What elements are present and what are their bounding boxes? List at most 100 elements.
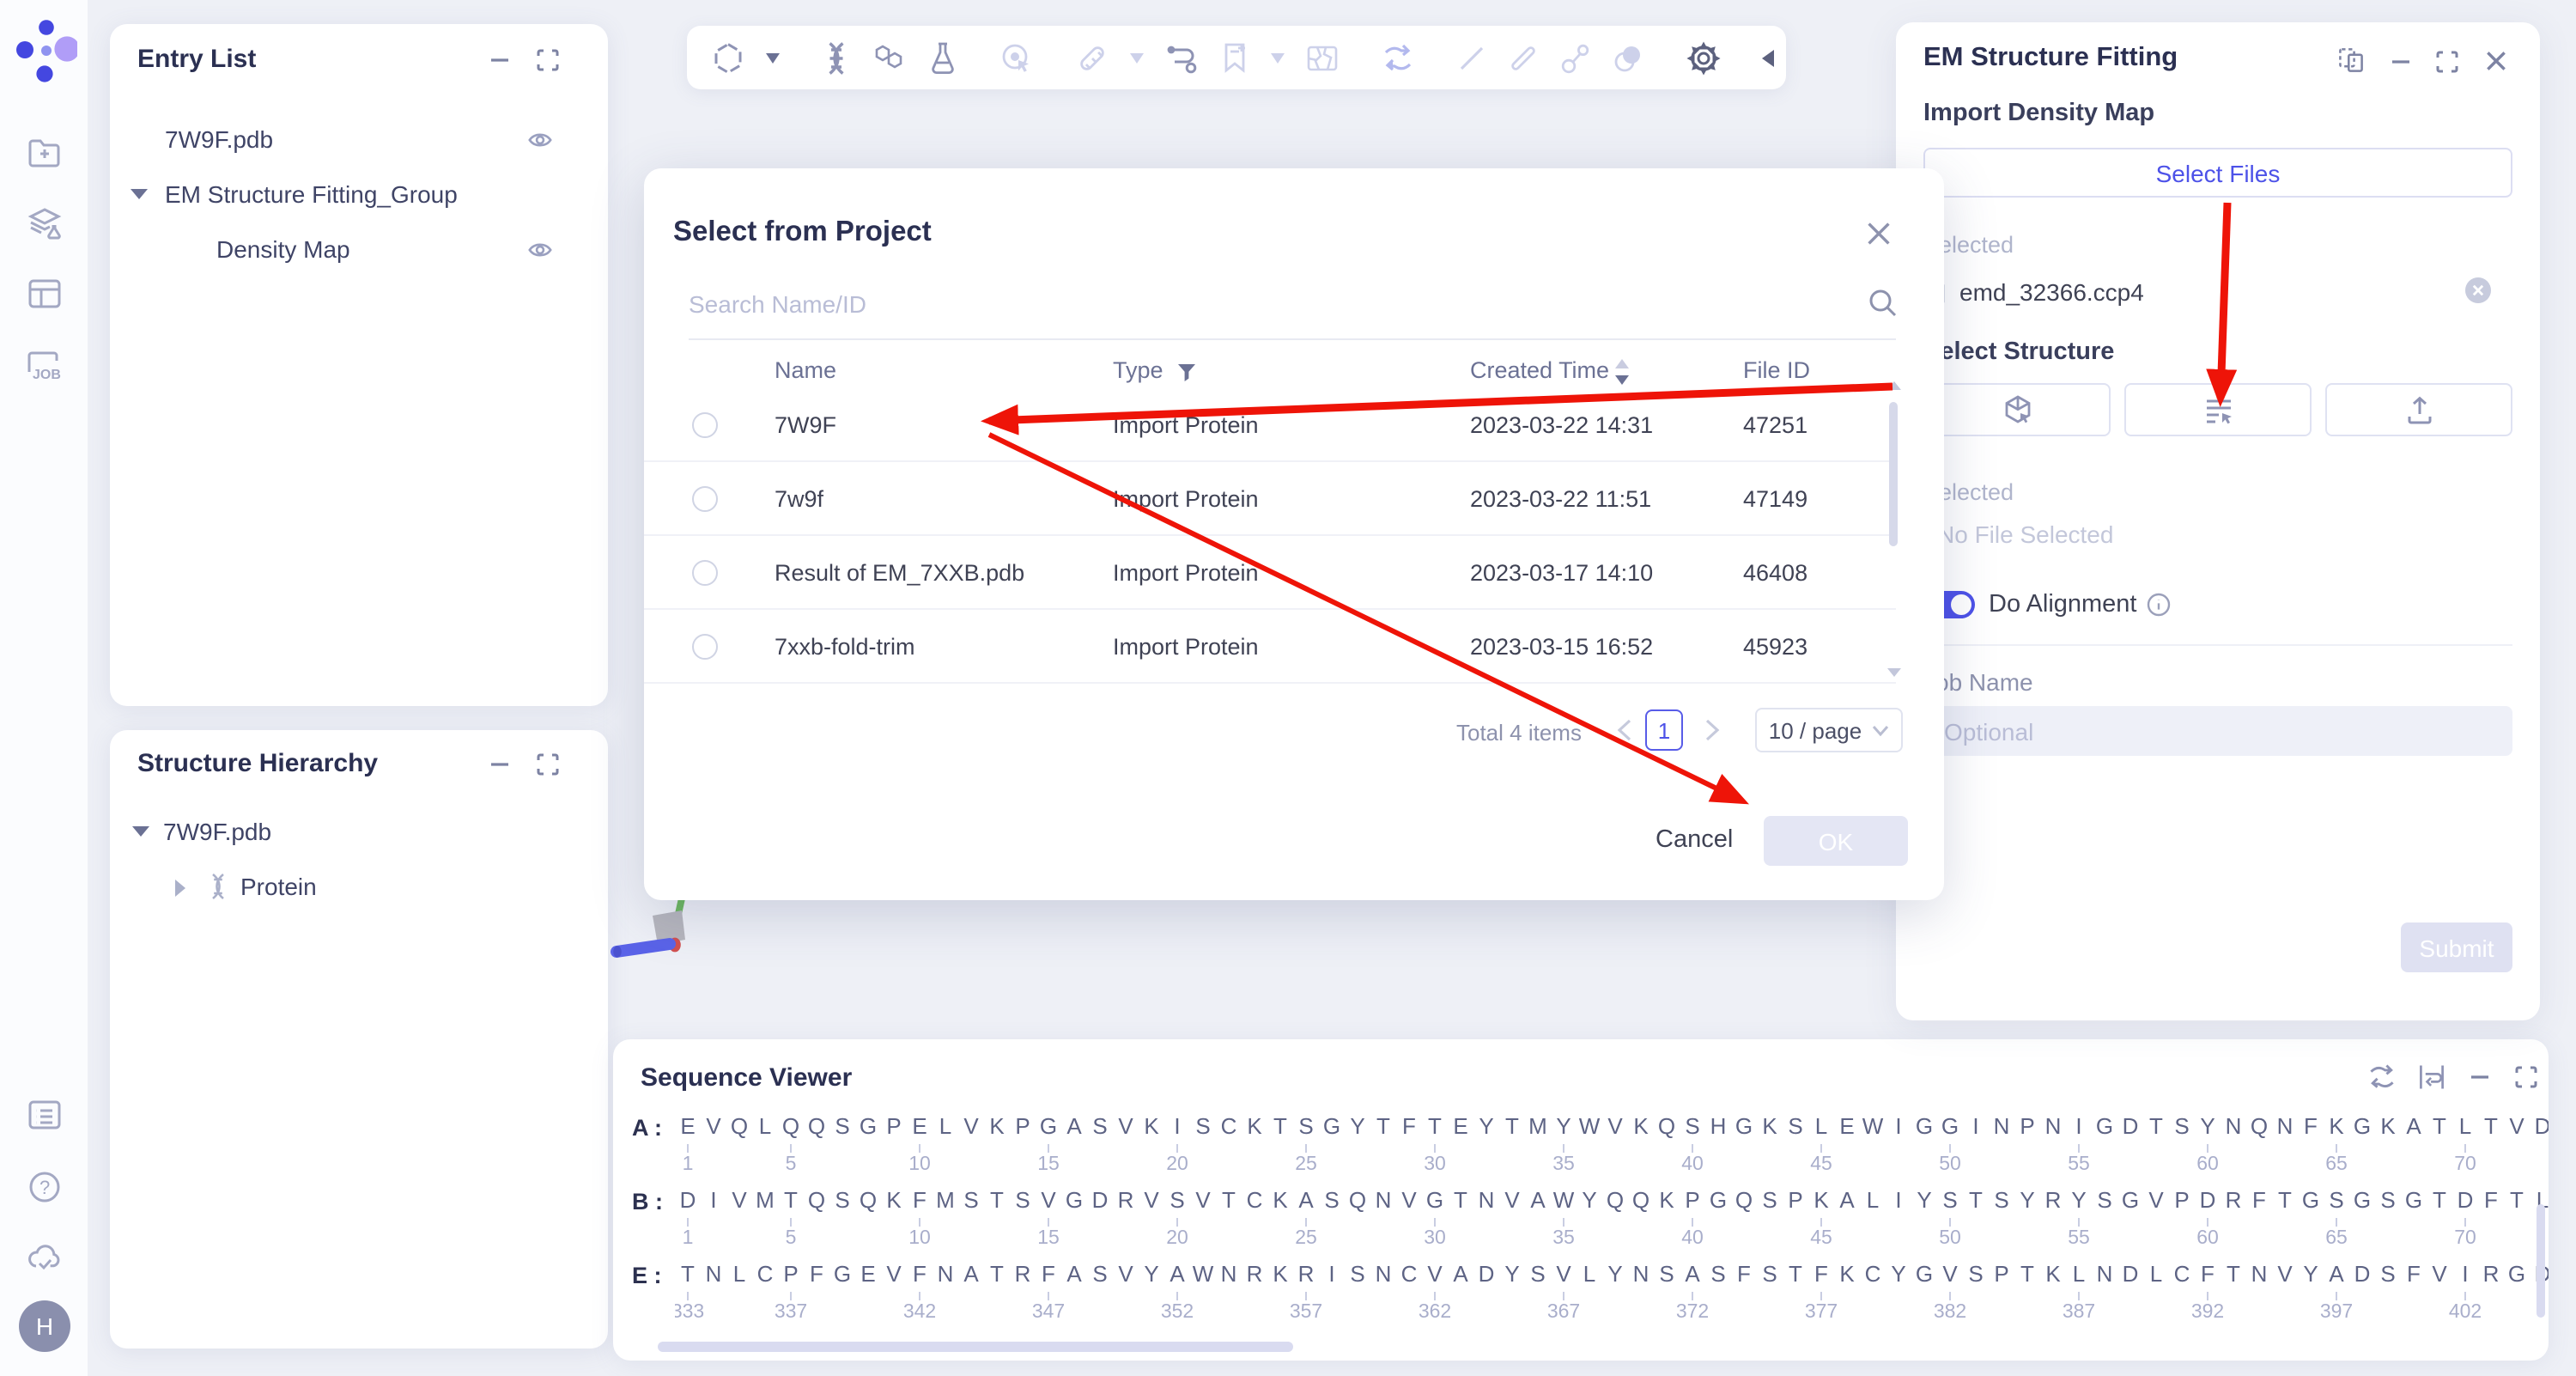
cell-name: 7W9F [775, 412, 836, 438]
fullscreen-icon[interactable] [536, 752, 560, 776]
submit-button[interactable]: Submit [2401, 922, 2512, 972]
fullscreen-icon[interactable] [2514, 1065, 2538, 1089]
sidebar: JOB ? H [0, 0, 89, 1376]
list-item[interactable]: Density Map [110, 230, 608, 275]
close-icon[interactable] [2483, 48, 2509, 74]
table-row[interactable]: 7W9FImport Protein2023-03-22 14:3147251 [644, 388, 1896, 462]
hexagon-structure-icon[interactable] [711, 40, 745, 75]
row-radio[interactable] [692, 634, 718, 660]
sequence-letters[interactable]: E1VQLQ5QSGPE10LVKPG15ASVKI20SCKTS25GYTFT… [675, 1113, 2549, 1185]
vertical-scrollbar-thumb[interactable] [2537, 1204, 2545, 1318]
dna-icon[interactable] [821, 40, 852, 75]
list-item[interactable]: 7W9F.pdb [110, 120, 608, 165]
minimize-icon[interactable] [2389, 50, 2413, 74]
cell-name: 7xxb-fold-trim [775, 634, 915, 660]
scroll-down-icon[interactable] [1887, 668, 1901, 677]
visibility-eye-icon[interactable] [526, 127, 555, 161]
row-radio[interactable] [692, 412, 718, 438]
surface-icon[interactable] [1611, 42, 1645, 73]
table-row[interactable]: 7w9fImport Protein2023-03-22 11:5147149 [644, 462, 1896, 536]
horizontal-scrollbar-thumb[interactable] [658, 1342, 1293, 1352]
sequence-letters[interactable]: T333NLCP337FGEVF342NATRF347ASVYA352WNRKR… [675, 1261, 2549, 1333]
cell-created-time: 2023-03-15 16:52 [1470, 634, 1653, 660]
cancel-button[interactable]: Cancel [1656, 826, 1733, 854]
cell-created-time: 2023-03-22 11:51 [1470, 486, 1651, 512]
tree-item[interactable]: Protein [110, 868, 608, 912]
avatar[interactable]: H [19, 1300, 70, 1352]
fullscreen-icon[interactable] [2435, 50, 2459, 74]
chevron-down-icon[interactable] [132, 826, 149, 837]
select-files-button[interactable]: Select Files [1923, 148, 2512, 198]
tree-item-label: 7W9F.pdb [163, 818, 271, 845]
upload-icon [2403, 394, 2434, 425]
minimize-icon[interactable] [488, 752, 512, 776]
job-name-input[interactable] [1923, 706, 2512, 756]
chevron-right-icon[interactable] [175, 880, 185, 897]
structure-upload-button[interactable] [2325, 383, 2512, 436]
column-type[interactable]: Type [1113, 357, 1163, 383]
pagination-total: Total 4 items [1456, 720, 1582, 746]
scroll-up-icon[interactable] [1887, 381, 1901, 390]
ball-stick-icon[interactable] [1559, 42, 1590, 73]
layers-experiment-icon[interactable] [26, 206, 64, 240]
next-page-icon[interactable] [1704, 718, 1721, 742]
table-row[interactable]: 7xxb-fold-trimImport Protein2023-03-15 1… [644, 610, 1896, 684]
help-icon[interactable]: ? [27, 1170, 62, 1204]
column-file-id[interactable]: File ID [1743, 357, 1810, 383]
ok-button[interactable]: OK [1764, 816, 1908, 866]
bookmark-add-icon[interactable] [1219, 40, 1250, 75]
folder-add-icon[interactable] [27, 137, 62, 168]
chevron-down-icon[interactable] [1271, 52, 1285, 63]
target-select-icon[interactable] [999, 40, 1034, 75]
route-icon[interactable] [1164, 42, 1199, 73]
dock-panel-icon[interactable] [2336, 45, 2366, 76]
sort-icons[interactable] [1614, 359, 1630, 385]
pencil-tool-icon[interactable] [1508, 42, 1539, 73]
workflow-swap-icon[interactable] [1381, 40, 1415, 75]
structure-from-list-button[interactable] [2124, 383, 2312, 436]
search-input[interactable] [689, 278, 1850, 330]
map-icon[interactable] [1305, 42, 1340, 73]
filter-funnel-icon[interactable] [1176, 362, 1197, 383]
cell-file-id: 47251 [1743, 412, 1807, 438]
chevron-down-icon[interactable] [1130, 52, 1144, 63]
molecule-rings-icon[interactable] [872, 42, 907, 73]
workflow-swap-icon[interactable] [2366, 1062, 2397, 1093]
line-tool-icon[interactable] [1456, 42, 1487, 73]
table-row[interactable]: Result of EM_7XXB.pdbImport Protein2023-… [644, 536, 1896, 610]
list-item[interactable]: EM Structure Fitting_Group [110, 175, 608, 220]
settings-gear-icon[interactable] [1686, 40, 1721, 75]
cloud-sync-icon[interactable] [26, 1242, 64, 1273]
experiment-flask-icon[interactable] [927, 40, 958, 75]
close-icon[interactable] [1865, 220, 1893, 247]
job-icon[interactable]: JOB [26, 349, 64, 383]
measure-ruler-icon[interactable] [1075, 40, 1109, 75]
column-name[interactable]: Name [775, 357, 836, 383]
sequence-letters[interactable]: D1IVMT5QSQKF10MSTSV15GDRVS20VTCKA25SQNVG… [675, 1187, 2549, 1259]
column-created-time[interactable]: Created Time [1470, 357, 1609, 383]
prev-page-icon[interactable] [1616, 718, 1633, 742]
layout-table-icon[interactable] [27, 278, 62, 309]
chevron-down-icon[interactable] [766, 52, 780, 63]
app-logo[interactable] [15, 17, 77, 82]
page-number[interactable]: 1 [1645, 709, 1683, 751]
minimize-icon[interactable] [2468, 1065, 2492, 1089]
info-icon[interactable] [2147, 593, 2171, 617]
visibility-eye-icon[interactable] [526, 237, 555, 271]
remove-file-icon[interactable] [2464, 277, 2492, 304]
collapse-toolbar-icon[interactable] [1762, 49, 1774, 66]
list-panel-icon[interactable] [27, 1099, 62, 1130]
tree-item[interactable]: 7W9F.pdb [110, 813, 608, 857]
chevron-down-icon[interactable] [131, 189, 148, 199]
axis-gizmo[interactable] [605, 893, 714, 976]
search-icon[interactable] [1868, 289, 1898, 318]
fullscreen-icon[interactable] [536, 48, 560, 72]
structure-from-viewer-button[interactable] [1923, 383, 2111, 436]
row-radio[interactable] [692, 486, 718, 512]
row-radio[interactable] [692, 560, 718, 586]
table-scrollbar-thumb[interactable] [1889, 402, 1898, 546]
minimize-icon[interactable] [488, 48, 512, 72]
page-size-select[interactable]: 10 / page [1755, 708, 1903, 752]
cell-file-id: 47149 [1743, 486, 1807, 512]
wrap-text-icon[interactable] [2416, 1062, 2447, 1093]
